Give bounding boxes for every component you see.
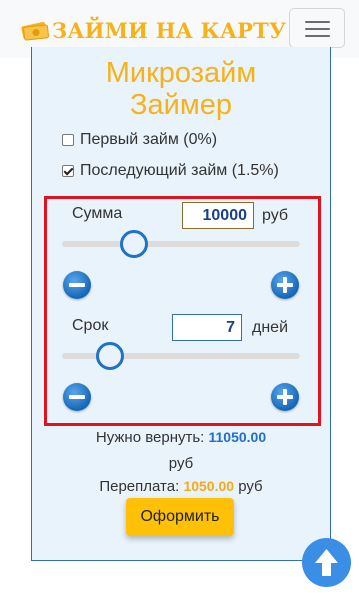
overpay-value: 1050.00 [183, 478, 235, 494]
first-loan-label: Первый займ (0%) [80, 131, 218, 148]
plus-vertical-bar [283, 389, 287, 405]
return-value: 11050.00 [208, 429, 267, 445]
amount-increase-button[interactable] [271, 271, 299, 299]
repeat-loan-label: Последующий займ (1.5%) [80, 162, 279, 179]
first-loan-option[interactable]: Первый займ (0%) [62, 131, 217, 149]
return-unit: руб [168, 455, 194, 472]
term-slider-handle[interactable] [96, 342, 124, 370]
brand-title: ЗАЙМИ НА КАРТУ [52, 17, 287, 43]
overpay-summary: Переплата: 1050.00 руб [31, 478, 331, 495]
amount-slider[interactable] [62, 241, 300, 247]
plus-vertical-bar [283, 277, 287, 293]
title-line-1: Микрозайм [105, 57, 257, 89]
scroll-to-top-button[interactable] [302, 538, 351, 587]
title-line-2: Займер [129, 89, 233, 121]
term-input[interactable]: 7 [172, 314, 242, 341]
return-summary: Нужно вернуть: 11050.00 [31, 429, 331, 446]
minus-circle-icon [69, 283, 85, 287]
return-unit-row: руб [31, 455, 331, 472]
amount-slider-handle[interactable] [120, 230, 148, 258]
repeat-loan-checkbox[interactable] [62, 165, 74, 177]
overpay-label: Переплата: [99, 478, 180, 495]
brand-link[interactable]: ЗАЙМИ НА КАРТУ [20, 14, 286, 46]
repeat-loan-option[interactable]: Последующий займ (1.5%) [62, 162, 279, 180]
menu-toggle-button[interactable] [289, 8, 345, 48]
amount-input[interactable]: 10000 [182, 202, 254, 229]
term-label: Срок [72, 317, 109, 334]
hamburger-menu-icon [305, 21, 330, 23]
hamburger-line [305, 35, 330, 37]
card-title: Микрозайм Займер [32, 57, 330, 121]
apply-button[interactable]: Оформить [126, 498, 234, 536]
first-loan-checkbox[interactable] [62, 134, 74, 146]
return-label: Нужно вернуть: [95, 429, 205, 446]
overpay-unit: руб [238, 478, 263, 495]
term-decrease-button[interactable] [63, 383, 91, 411]
term-unit: дней [252, 319, 289, 336]
arrow-up-icon [315, 549, 338, 576]
hamburger-line [305, 28, 330, 30]
amount-unit: руб [262, 207, 289, 224]
term-increase-button[interactable] [271, 383, 299, 411]
minus-circle-icon [69, 395, 85, 399]
amount-decrease-button[interactable] [63, 271, 91, 299]
money-stack-icon [20, 18, 50, 42]
amount-label: Сумма [72, 205, 123, 222]
